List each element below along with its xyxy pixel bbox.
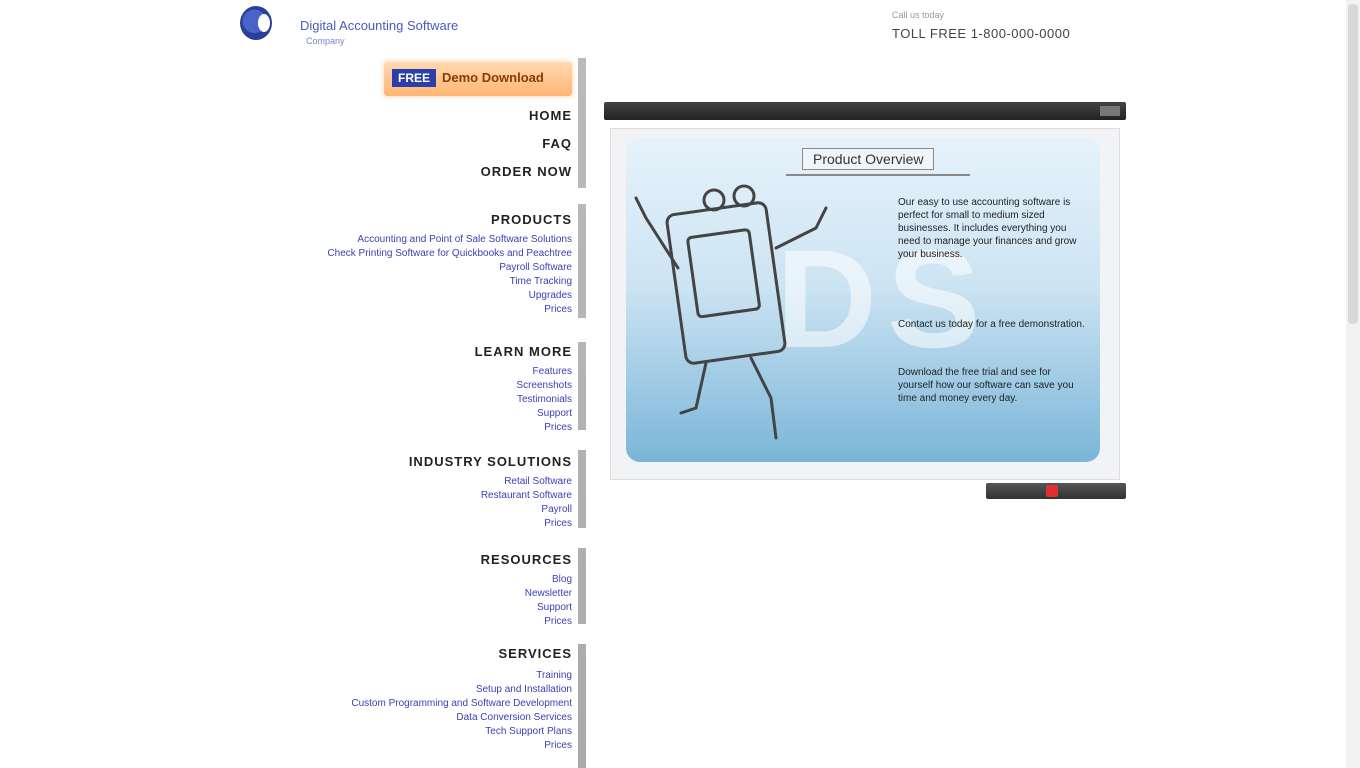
sidebar-divider: [578, 58, 586, 768]
logo-subtitle: Company: [306, 36, 345, 46]
mascot-leg-left: [679, 361, 708, 415]
mascot-eye-left: [702, 188, 726, 212]
nav-link-products-pos[interactable]: Accounting and Point of Sale Software So…: [357, 234, 572, 245]
nav-faq[interactable]: FAQ: [542, 136, 572, 151]
logo-text: Digital Accounting Software: [300, 18, 459, 33]
panel-paragraph-2: Contact us today for a free demonstratio…: [898, 319, 1085, 330]
nav-link-products-time[interactable]: Time Tracking: [510, 276, 572, 287]
nav-link-services-prices[interactable]: Prices: [544, 740, 572, 751]
nav-link-learn-screenshots[interactable]: Screenshots: [516, 380, 572, 391]
card-footer-bar[interactable]: [986, 483, 1126, 499]
divider-gap: [578, 318, 586, 342]
divider-gap: [578, 188, 586, 204]
header-phone: TOLL FREE 1-800-000-0000: [892, 26, 1071, 41]
nav-home[interactable]: HOME: [529, 108, 572, 123]
panel-paragraph-3: Download the free trial and see for your…: [898, 367, 1074, 404]
mascot-arm-right: [774, 206, 828, 250]
mascot-body: [665, 201, 787, 365]
nav-order-now[interactable]: ORDER NOW: [481, 164, 572, 179]
nav-link-products-prices[interactable]: Prices: [544, 304, 572, 315]
header-contact-label: Call us today: [892, 10, 945, 20]
nav-link-learn-support[interactable]: Support: [537, 408, 572, 419]
free-demo-button[interactable]: FREE Demo Download: [384, 62, 572, 96]
logo-mark-icon: [240, 6, 272, 40]
nav-link-services-training[interactable]: Training: [536, 670, 572, 681]
nav-industry-solutions[interactable]: INDUSTRY SOLUTIONS: [409, 454, 572, 469]
nav-link-learn-features[interactable]: Features: [533, 366, 572, 377]
panel-title-underline: [786, 174, 970, 176]
mascot-leg-right: [749, 356, 778, 440]
nav-link-services-conversion[interactable]: Data Conversion Services: [456, 712, 572, 723]
mascot-eye-right: [732, 184, 756, 208]
cta-label: Demo Download: [442, 70, 544, 85]
sidebar-nav: FREE Demo Download HOME FAQ ORDER NOW PR…: [290, 58, 586, 768]
nav-link-products-check[interactable]: Check Printing Software for Quickbooks a…: [327, 248, 572, 259]
feature-panel: DS Product Overview Our easy to use acco…: [626, 138, 1100, 462]
content-header-bar: [604, 102, 1126, 120]
nav-link-industry-retail[interactable]: Retail Software: [504, 476, 572, 487]
panel-paragraph-1: Our easy to use accounting software is p…: [898, 197, 1077, 260]
play-icon[interactable]: [1046, 485, 1058, 497]
scrollbar-thumb[interactable]: [1348, 4, 1358, 324]
nav-learn-more[interactable]: LEARN MORE: [475, 344, 572, 359]
nav-resources[interactable]: RESOURCES: [481, 552, 572, 567]
nav-link-products-payroll[interactable]: Payroll Software: [499, 262, 572, 273]
nav-link-industry-restaurant[interactable]: Restaurant Software: [481, 490, 572, 501]
nav-link-services-tech-support[interactable]: Tech Support Plans: [485, 726, 572, 737]
mascot-arm-left: [634, 196, 680, 270]
site-logo[interactable]: Digital Accounting Software Company: [240, 4, 458, 52]
nav-link-learn-testimonials[interactable]: Testimonials: [517, 394, 572, 405]
cta-free-tag: FREE: [392, 69, 437, 87]
divider-gap: [578, 430, 586, 450]
header-contact: Call us today TOLL FREE 1-800-000-0000: [892, 10, 1120, 41]
nav-link-resources-prices[interactable]: Prices: [544, 616, 572, 627]
nav-link-resources-blog[interactable]: Blog: [552, 574, 572, 585]
nav-link-resources-support[interactable]: Support: [537, 602, 572, 613]
nav-link-resources-newsletter[interactable]: Newsletter: [525, 588, 572, 599]
nav-link-industry-prices[interactable]: Prices: [544, 518, 572, 529]
divider-gap: [578, 528, 586, 548]
mascot-illustration: [634, 184, 828, 440]
nav-link-products-upgrades[interactable]: Upgrades: [529, 290, 572, 301]
page-scrollbar[interactable]: [1346, 0, 1360, 768]
nav-link-services-setup[interactable]: Setup and Installation: [476, 684, 572, 695]
panel-title: Product Overview: [802, 148, 935, 170]
mascot-screen: [686, 228, 761, 319]
nav-link-industry-payroll[interactable]: Payroll: [541, 504, 572, 515]
nav-products[interactable]: PRODUCTS: [491, 212, 572, 227]
nav-link-services-custom[interactable]: Custom Programming and Software Developm…: [351, 698, 572, 709]
nav-services[interactable]: SERVICES: [498, 646, 572, 661]
divider-gap: [578, 624, 586, 644]
nav-link-learn-prices[interactable]: Prices: [544, 422, 572, 433]
